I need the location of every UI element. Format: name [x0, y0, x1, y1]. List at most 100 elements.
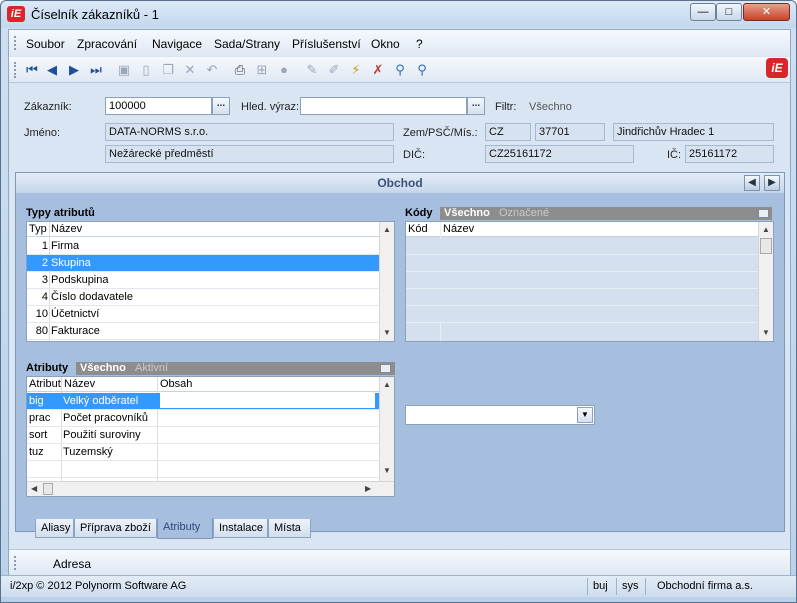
hled-input[interactable] — [300, 97, 467, 115]
scroll-right-icon[interactable]: ▶ — [365, 484, 371, 493]
undo-icon[interactable]: ↶ — [204, 62, 220, 78]
menu-zpracovani[interactable]: Zpracování — [77, 37, 137, 51]
table-row[interactable]: 1 Firma — [27, 238, 379, 255]
menu-sada-strany[interactable]: Sada/Strany — [214, 37, 280, 51]
scroll-up-icon[interactable]: ▲ — [383, 380, 391, 389]
scroll-down-icon[interactable]: ▼ — [762, 328, 770, 337]
list-item[interactable] — [406, 272, 758, 289]
table-row[interactable]: 3 Podskupina — [27, 272, 379, 289]
address-grip[interactable] — [14, 556, 17, 570]
first-record-icon[interactable]: ⏮ — [24, 62, 40, 78]
tab-instalace[interactable]: Instalace — [213, 519, 268, 538]
menu-help[interactable]: ? — [416, 37, 423, 51]
kod-col-header[interactable]: Kód — [408, 223, 428, 235]
kody-seg-oznacene[interactable]: Označené — [499, 207, 549, 220]
atr-seg-aktivni[interactable]: Aktivní — [135, 362, 168, 375]
list-item[interactable] — [406, 289, 758, 306]
next-record-icon[interactable]: ▶ — [66, 62, 82, 78]
obsah-combobox[interactable]: ▼ — [405, 405, 595, 425]
table-row[interactable]: 2 Skupina — [27, 255, 379, 272]
table-row[interactable]: 80 Fakturace — [27, 323, 379, 340]
address-label[interactable]: Adresa — [53, 557, 91, 571]
kody-vscrollbar[interactable]: ▲ ▼ — [758, 222, 773, 341]
panel-prev-button[interactable]: ◀ — [744, 175, 760, 191]
close-button[interactable]: ✕ — [743, 3, 790, 21]
list-item[interactable] — [406, 255, 758, 272]
new-icon[interactable]: ▯ — [138, 62, 154, 78]
list-item[interactable] — [406, 238, 758, 255]
chevron-down-icon[interactable]: ▼ — [577, 407, 593, 423]
tab-mista[interactable]: Místa — [268, 519, 311, 538]
table-row[interactable]: prac Počet pracovníků — [27, 410, 379, 427]
table-row[interactable] — [27, 461, 379, 478]
atr-vscrollbar[interactable]: ▲ ▼ — [379, 377, 394, 481]
menu-prislusenstvi[interactable]: Příslušenství — [292, 37, 361, 51]
scroll-up-icon[interactable]: ▲ — [762, 225, 770, 234]
scroll-up-icon[interactable]: ▲ — [383, 225, 391, 234]
client-area: Soubor Zpracování Navigace Sada/Strany P… — [8, 29, 791, 597]
atribut-col-header[interactable]: Atribut — [29, 378, 61, 390]
delete-icon[interactable]: ✕ — [182, 62, 198, 78]
panel-next-button[interactable]: ▶ — [764, 175, 780, 191]
save-icon[interactable]: ▣ — [116, 62, 132, 78]
edit-icon[interactable]: ✎ — [304, 62, 320, 78]
tab-aliasy[interactable]: Aliasy — [35, 519, 74, 538]
filter-clear-icon[interactable]: ✗ — [370, 62, 386, 78]
search-advanced-icon[interactable]: ⚲ — [414, 62, 430, 78]
filter-icon[interactable]: ⚡ — [348, 62, 364, 78]
prev-record-icon[interactable]: ◀ — [44, 62, 60, 78]
atr-seg-vsechno[interactable]: Všechno — [80, 362, 126, 375]
atr-nazev-col-header[interactable]: Název — [64, 378, 95, 390]
jmeno2-field: Nežárecké předměstí — [105, 145, 394, 163]
table-row[interactable]: sort Použití suroviny — [27, 427, 379, 444]
copy-icon[interactable]: ❐ — [160, 62, 176, 78]
table-row[interactable]: tuz Tuzemský — [27, 444, 379, 461]
toolbar-grip[interactable] — [14, 62, 17, 78]
menu-okno[interactable]: Okno — [371, 37, 400, 51]
scroll-down-icon[interactable]: ▼ — [383, 328, 391, 337]
maximize-button[interactable]: □ — [716, 3, 742, 21]
minimize-button[interactable]: — — [690, 3, 716, 21]
tab-priprava-zbozi[interactable]: Příprava zboží — [74, 519, 157, 538]
search-icon[interactable]: ⚲ — [392, 62, 408, 78]
table-row[interactable]: 10 Účetnictví — [27, 306, 379, 323]
kody-nazev-col-header[interactable]: Název — [443, 223, 474, 235]
last-record-icon[interactable]: ⏭ — [88, 62, 104, 78]
print-icon[interactable]: ⎙ — [232, 62, 248, 78]
typy-title: Typy atributů — [26, 207, 95, 219]
scroll-left-icon[interactable]: ◀ — [31, 484, 37, 493]
tab-atributy[interactable]: Atributy — [157, 518, 213, 539]
menu-bar: Soubor Zpracování Navigace Sada/Strany P… — [9, 30, 790, 56]
tree-icon[interactable]: ⊞ — [254, 62, 270, 78]
table-row[interactable]: big Velký odběratel — [27, 393, 379, 410]
nazev-col-header[interactable]: Název — [51, 223, 82, 235]
disabled-icon[interactable]: ● — [276, 62, 292, 78]
typy-vscrollbar[interactable]: ▲ ▼ — [379, 222, 394, 341]
title-bar[interactable]: iE Číselník zákazníků - 1 — □ ✕ — [1, 1, 796, 28]
menu-soubor[interactable]: Soubor — [26, 37, 65, 51]
typ-col-header[interactable]: Typ — [29, 223, 47, 235]
hled-lookup-button[interactable]: ... — [467, 97, 485, 115]
table-row[interactable]: 4 Číslo dodavatele — [27, 289, 379, 306]
list-item[interactable] — [406, 306, 758, 323]
scroll-down-icon[interactable]: ▼ — [383, 466, 391, 475]
menu-navigace[interactable]: Navigace — [152, 37, 202, 51]
atr-hscrollbar[interactable]: ◀ ▶ — [27, 481, 394, 496]
zem-label: Zem/PSČ/Mís.: — [403, 127, 478, 139]
zakaznik-lookup-button[interactable]: ... — [212, 97, 230, 115]
atributy-grid: Atribut Název Obsah big Velký odběratel p… — [26, 376, 395, 497]
status-divider — [645, 578, 646, 595]
tab-strip: Aliasy Příprava zboží Atributy Instalace… — [15, 518, 785, 541]
menu-grip[interactable] — [14, 36, 17, 50]
scroll-thumb[interactable] — [760, 238, 772, 254]
edit-alt-icon[interactable]: ✐ — [326, 62, 342, 78]
obchod-panel: Obchod ◀ ▶ Typy atributů Typ Název 1 Firm… — [15, 172, 785, 532]
scroll-thumb[interactable] — [43, 483, 53, 495]
zakaznik-input[interactable]: 100000 — [105, 97, 212, 115]
kody-options-icon[interactable] — [758, 209, 769, 218]
kody-seg-vsechno[interactable]: Všechno — [444, 207, 490, 220]
psc-field: 37701 — [535, 123, 605, 141]
status-user: buj — [593, 580, 608, 592]
atr-options-icon[interactable] — [380, 364, 391, 373]
obsah-col-header[interactable]: Obsah — [160, 378, 192, 390]
